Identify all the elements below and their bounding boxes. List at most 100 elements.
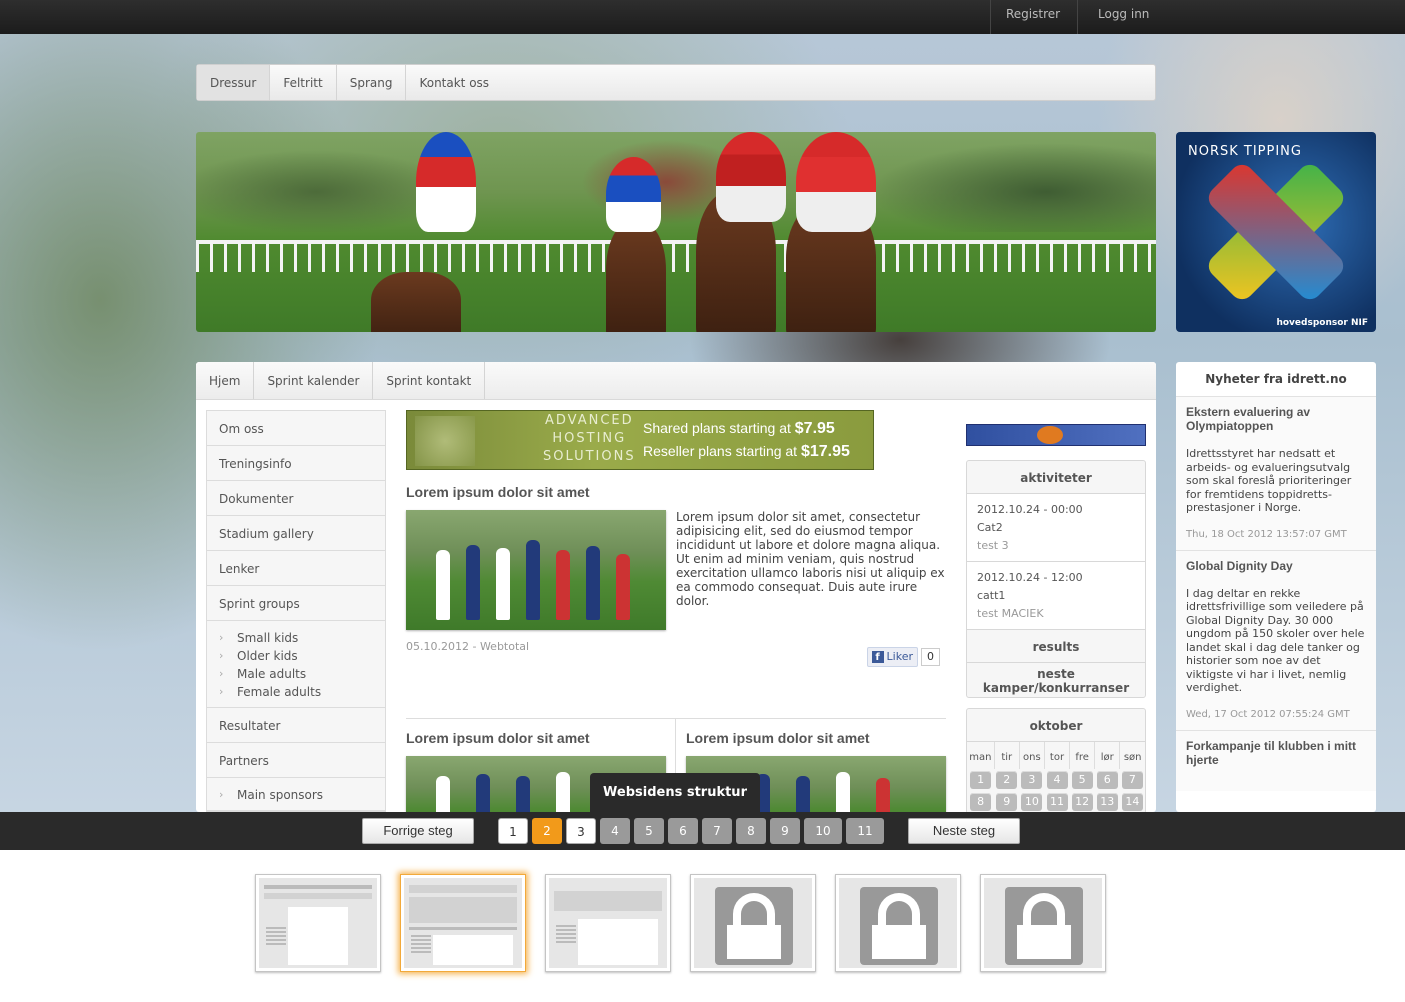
calendar-day[interactable]: 6 [1096, 771, 1118, 789]
step-page-1[interactable]: 1 [498, 818, 528, 844]
calendar-day[interactable]: 14 [1121, 793, 1143, 811]
person [586, 546, 600, 620]
calendar-day[interactable]: 8 [970, 793, 992, 811]
fence [196, 242, 1156, 272]
jockey [716, 132, 786, 222]
menu-item-stadium-gallery[interactable]: Stadium gallery [207, 516, 385, 551]
facebook-like-button[interactable]: Liker [866, 647, 918, 667]
ad-left-text: ADVANCED HOSTING SOLUTIONS [543, 412, 636, 466]
nav-kontakt-oss[interactable]: Kontakt oss [406, 65, 502, 100]
nav-hjem[interactable]: Hjem [196, 362, 255, 399]
step-page-7[interactable]: 7 [702, 818, 732, 844]
event-desc: test 3 [977, 539, 1009, 552]
thumb-lines [556, 925, 576, 945]
submenu-item-male-adults[interactable]: Male adults [219, 665, 385, 683]
nav-sprint-kalender[interactable]: Sprint kalender [254, 362, 374, 399]
calendar-day[interactable]: 2 [996, 771, 1018, 789]
step-page-2[interactable]: 2 [532, 818, 562, 844]
calendar-day[interactable]: 9 [996, 793, 1018, 811]
locked-thumbnail[interactable] [690, 874, 816, 972]
register-link[interactable]: Registrer [1006, 0, 1060, 34]
layout-thumbnail[interactable] [255, 874, 381, 972]
calendar-day[interactable]: 10 [1021, 793, 1043, 811]
mini-ad-banner[interactable] [966, 424, 1146, 446]
right-column: aktiviteter 2012.10.24 - 00:00 Cat2 test… [966, 424, 1146, 814]
results-link[interactable]: results [967, 630, 1145, 663]
weekday-label: søn [1123, 752, 1142, 763]
layout-thumbnail-selected[interactable] [400, 874, 526, 972]
menu-item-lenker[interactable]: Lenker [207, 551, 385, 586]
menu-item-treningsinfo[interactable]: Treningsinfo [207, 446, 385, 481]
submenu-item-main-sponsors[interactable]: Main sponsors [219, 786, 385, 804]
submenu-item-small-kids[interactable]: Small kids [219, 629, 385, 647]
step-page-10[interactable]: 10 [804, 818, 842, 844]
nav-sprang[interactable]: Sprang [337, 65, 407, 100]
event-item[interactable]: 2012.10.24 - 12:00 catt1 test MACIEK [967, 562, 1145, 630]
news-item-title[interactable]: Ekstern evaluering av Olympiatoppen [1186, 405, 1366, 433]
menu-item-om-oss[interactable]: Om oss [207, 411, 385, 446]
calendar-day[interactable]: 1 [970, 771, 992, 789]
calendar-day[interactable]: 13 [1096, 793, 1118, 811]
nav-dressur[interactable]: Dressur [197, 65, 271, 100]
article-meta: 05.10.2012 - Webtotal [406, 640, 530, 653]
locked-thumbnail[interactable] [980, 874, 1106, 972]
jockey [796, 132, 876, 232]
step-page-6[interactable]: 6 [668, 818, 698, 844]
article-photo[interactable] [406, 510, 666, 630]
sponsor-norsk-tipping[interactable]: NORSK TIPPING hovedsponsor NIF [1176, 132, 1376, 332]
menu-item-resultater[interactable]: Resultater [207, 708, 385, 743]
article-title[interactable]: Lorem ipsum dolor sit amet [406, 730, 666, 746]
submenu-sprint-groups: Small kids Older kids Male adults Female… [207, 621, 385, 708]
calendar-day[interactable]: 3 [1021, 771, 1043, 789]
news-item: Forkampanje til klubben i mitt hjerte [1176, 730, 1376, 791]
calendar-day[interactable]: 5 [1071, 771, 1093, 789]
ad-price: $7.95 [794, 420, 835, 437]
submenu-item-female-adults[interactable]: Female adults [219, 683, 385, 701]
step-page-9[interactable]: 9 [770, 818, 800, 844]
step-page-8[interactable]: 8 [736, 818, 766, 844]
menu-item-dokumenter[interactable]: Dokumenter [207, 481, 385, 516]
article-title[interactable]: Lorem ipsum dolor sit amet [406, 484, 946, 500]
weekday-label: fre [1069, 742, 1096, 769]
nav-sprint-kontakt[interactable]: Sprint kontakt [373, 362, 486, 399]
person [466, 545, 480, 620]
next-competitions-link[interactable]: neste kamper/konkurranser [967, 663, 1145, 697]
lock-icon [1005, 887, 1083, 965]
menu-item-partners[interactable]: Partners [207, 743, 385, 778]
next-step-button[interactable]: Neste steg [908, 818, 1020, 844]
thumb-lines [266, 927, 286, 947]
calendar-day[interactable]: 11 [1046, 793, 1068, 811]
login-link[interactable]: Logg inn [1098, 0, 1149, 34]
news-item-date: Thu, 18 Oct 2012 13:57:07 GMT [1186, 528, 1347, 540]
previous-step-button[interactable]: Forrige steg [362, 818, 474, 844]
step-page-4[interactable]: 4 [600, 818, 630, 844]
submenu-item-older-kids[interactable]: Older kids [219, 647, 385, 665]
ad-price: $17.95 [800, 443, 850, 460]
news-item-title[interactable]: Global Dignity Day [1186, 559, 1366, 573]
event-item[interactable]: 2012.10.24 - 00:00 Cat2 test 3 [967, 494, 1145, 562]
thumb-lines [411, 935, 431, 955]
calendar-day[interactable]: 7 [1121, 771, 1143, 789]
calendar-day[interactable]: 12 [1071, 793, 1093, 811]
hosting-ad-banner[interactable]: ADVANCED HOSTING SOLUTIONS Shared plans … [406, 410, 874, 470]
step-page-5[interactable]: 5 [634, 818, 664, 844]
layout-thumbnail[interactable] [545, 874, 671, 972]
person [556, 550, 570, 620]
calendar: oktober man tir ons tor fre lør søn 1 2 … [966, 708, 1146, 814]
article-title[interactable]: Lorem ipsum dolor sit amet [686, 730, 946, 746]
calendar-day[interactable]: 4 [1046, 771, 1068, 789]
step-page-3[interactable]: 3 [566, 818, 596, 844]
thumb-band [264, 885, 372, 889]
ad-server-icon [415, 416, 475, 466]
thumb-content [288, 907, 348, 965]
event-name: Cat2 [977, 521, 1003, 534]
step-page-11[interactable]: 11 [846, 818, 884, 844]
locked-thumbnail[interactable] [835, 874, 961, 972]
sub-nav: Hjem Sprint kalender Sprint kontakt [196, 362, 1156, 400]
nav-feltritt[interactable]: Feltritt [270, 65, 337, 100]
banner-background [196, 132, 1156, 232]
menu-item-sprint-groups[interactable]: Sprint groups [207, 586, 385, 621]
news-item-title[interactable]: Forkampanje til klubben i mitt hjerte [1186, 739, 1366, 767]
sponsor-subtitle: hovedsponsor NIF [1276, 318, 1368, 328]
thumb-content [578, 919, 658, 965]
